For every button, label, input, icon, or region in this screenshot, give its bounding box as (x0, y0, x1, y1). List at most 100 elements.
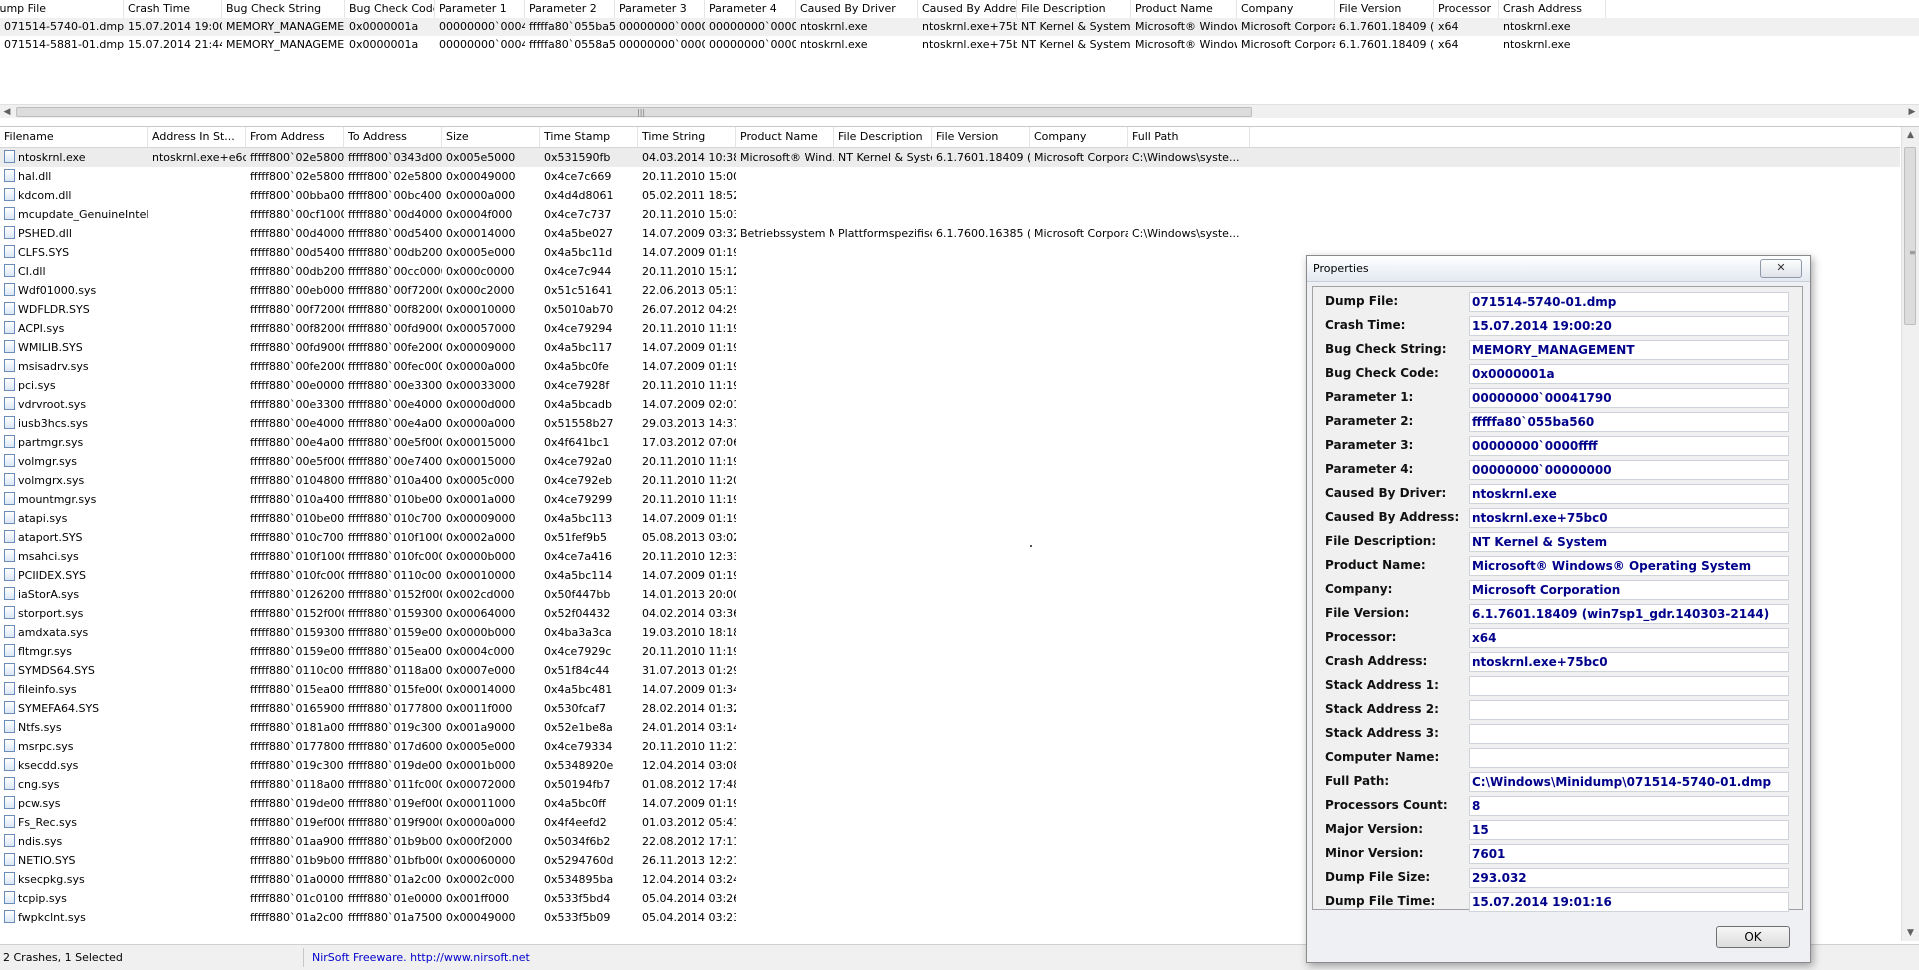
hscroll-thumb[interactable]: ||| (16, 107, 1252, 117)
module-cell-text: fffff880`0159e000 (250, 645, 344, 658)
column-header[interactable]: Caused By Address (918, 0, 1017, 18)
crash-row[interactable]: 071514-5740-01.dmp 15.07.2014 19:00:20 MEM… (0, 18, 1919, 36)
column-header[interactable]: Parameter 3 (615, 0, 705, 18)
column-header[interactable]: Parameter 1 (435, 0, 525, 18)
module-cell-text: fffff880`01778000 (348, 702, 442, 715)
property-row: Product Name: Microsoft® Windows® Operati… (1313, 554, 1802, 578)
property-value-field[interactable]: C:\Windows\Minidump\071514-5740-01.dmp (1469, 772, 1789, 792)
property-value-field[interactable] (1469, 700, 1789, 720)
crash-row[interactable]: 071514-5881-01.dmp 15.07.2014 21:44:29 MEM… (0, 36, 1919, 54)
column-header[interactable]: Company (1237, 0, 1335, 18)
property-value-field[interactable]: ntoskrnl.exe+75bc0 (1469, 652, 1789, 672)
property-value-field[interactable]: NT Kernel & System (1469, 532, 1789, 552)
column-header[interactable]: Full Path (1128, 127, 1250, 147)
property-value-field[interactable]: ntoskrnl.exe+75bc0 (1469, 508, 1789, 528)
column-header[interactable]: File Version (1335, 0, 1434, 18)
ok-button[interactable]: OK (1716, 926, 1790, 948)
module-row[interactable]: ntoskrnl.exe ntoskrnl.exe+e6d50 fffff800`0… (0, 148, 1900, 167)
module-cell-text: 31.07.2013 01:29:08 (642, 664, 736, 677)
column-header[interactable]: Caused By Driver (796, 0, 918, 18)
property-value-field[interactable] (1469, 748, 1789, 768)
property-value-field[interactable]: 00000000`00000000 (1469, 460, 1789, 480)
module-row[interactable]: kdcom.dll fffff800`00bba000 fffff800`00bc4… (0, 186, 1900, 205)
properties-dialog[interactable]: Properties ✕ Dump File: 071514-5740-01.dm… (1306, 255, 1811, 963)
module-cell (834, 680, 932, 699)
column-header[interactable]: Dump File (0, 0, 124, 18)
close-icon[interactable]: ✕ (1760, 259, 1802, 278)
column-header[interactable]: Parameter 2 (525, 0, 615, 18)
property-value-field[interactable]: ntoskrnl.exe (1469, 484, 1789, 504)
module-cell: fffff880`00fd9000 (246, 338, 344, 357)
nirsoft-link[interactable]: NirSoft Freeware. http://www.nirsoft.net (304, 951, 530, 964)
property-value-field[interactable]: 0x0000001a (1469, 364, 1789, 384)
property-value-field[interactable]: 00000000`0000ffff (1469, 436, 1789, 456)
module-cell-text: fffff880`015ea000 (348, 645, 442, 658)
column-header[interactable]: Crash Address (1499, 0, 1606, 18)
module-cell-text: Ntfs.sys (18, 721, 62, 734)
property-value-field[interactable]: MEMORY_MANAGEMENT (1469, 340, 1789, 360)
module-cell: 19.03.2010 18:18:18 (638, 623, 736, 642)
column-header[interactable]: Bug Check String (222, 0, 345, 18)
property-value-field[interactable]: 293.032 (1469, 868, 1789, 888)
property-value-field[interactable] (1469, 676, 1789, 696)
module-list-vscrollbar[interactable]: ▲ ≡ ▼ (1901, 127, 1919, 941)
property-value-field[interactable]: 15 (1469, 820, 1789, 840)
column-header[interactable]: Crash Time (124, 0, 222, 18)
column-header[interactable]: File Version (932, 127, 1030, 147)
module-cell-text: fffff880`00fec000 (348, 360, 442, 373)
column-header[interactable]: From Address (246, 127, 344, 147)
property-value-field[interactable]: 071514-5740-01.dmp (1469, 292, 1789, 312)
column-header[interactable]: File Description (834, 127, 932, 147)
property-value-field[interactable]: 15.07.2014 19:01:16 (1469, 892, 1789, 912)
column-header[interactable]: Company (1030, 127, 1128, 147)
column-header[interactable]: File Description (1017, 0, 1131, 18)
property-value-field[interactable]: 6.1.7601.18409 (win7sp1_gdr.140303-2144) (1469, 604, 1789, 624)
module-cell-text: fffff800`02e58000 (348, 170, 442, 183)
property-value-field[interactable]: x64 (1469, 628, 1789, 648)
module-cell-text: 0x4ce7929c (544, 645, 612, 658)
crash-list[interactable]: Dump FileCrash TimeBug Check StringBug C… (0, 0, 1919, 118)
module-cell (1128, 243, 1250, 262)
arrow-down-icon[interactable]: ▼ (1902, 925, 1919, 941)
property-value-field[interactable]: fffffa80`055ba560 (1469, 412, 1789, 432)
module-cell: iusb3hcs.sys (0, 414, 148, 433)
column-header[interactable]: Time Stamp (540, 127, 638, 147)
module-row[interactable]: hal.dll fffff800`02e58000 fffff800`02e5800… (0, 167, 1900, 186)
column-header[interactable]: To Address (344, 127, 442, 147)
arrow-right-icon[interactable]: ▶ (1905, 105, 1919, 118)
property-value-field[interactable]: Microsoft Corporation (1469, 580, 1789, 600)
property-value-field[interactable]: 15.07.2014 19:00:20 (1469, 316, 1789, 336)
crash-list-hscrollbar[interactable]: ◀ ||| ▶ (0, 104, 1919, 118)
module-cell (1128, 376, 1250, 395)
module-cell: 12.04.2014 03:08:30 (638, 756, 736, 775)
module-cell-text: 22.06.2013 05:13:05 (642, 284, 736, 297)
module-cell (736, 585, 834, 604)
column-header[interactable]: Bug Check Code (345, 0, 435, 18)
module-cell (1030, 205, 1128, 224)
property-value-field[interactable]: 00000000`00041790 (1469, 388, 1789, 408)
property-value-field[interactable]: Microsoft® Windows® Operating System (1469, 556, 1789, 576)
property-row: Caused By Driver: ntoskrnl.exe (1313, 482, 1802, 506)
module-cell: 20.11.2010 15:12:36 (638, 262, 736, 281)
column-header[interactable]: Parameter 4 (705, 0, 796, 18)
module-row[interactable]: mcupdate_GenuineIntel.dll fffff880`00cf10… (0, 205, 1900, 224)
arrow-left-icon[interactable]: ◀ (0, 105, 14, 118)
property-value-field[interactable]: 7601 (1469, 844, 1789, 864)
property-value-field[interactable] (1469, 724, 1789, 744)
module-cell-text: 24.01.2014 03:14:50 (642, 721, 736, 734)
module-cell (148, 319, 246, 338)
module-row[interactable]: PSHED.dll fffff880`00d40000 fffff880`00d54… (0, 224, 1900, 243)
column-header[interactable]: Address In St... (148, 127, 246, 147)
arrow-up-icon[interactable]: ▲ (1902, 127, 1919, 143)
column-header[interactable]: Size (442, 127, 540, 147)
module-cell: 0x00060000 (442, 851, 540, 870)
column-header[interactable]: Processor (1434, 0, 1499, 18)
module-cell (736, 680, 834, 699)
vscroll-thumb[interactable]: ≡ (1904, 147, 1916, 325)
column-header[interactable]: Product Name (1131, 0, 1237, 18)
column-header[interactable]: Time String (638, 127, 736, 147)
module-cell: fffff880`010fc000 (246, 566, 344, 585)
property-value-field[interactable]: 8 (1469, 796, 1789, 816)
column-header[interactable]: Filename (0, 127, 148, 147)
column-header[interactable]: Product Name (736, 127, 834, 147)
